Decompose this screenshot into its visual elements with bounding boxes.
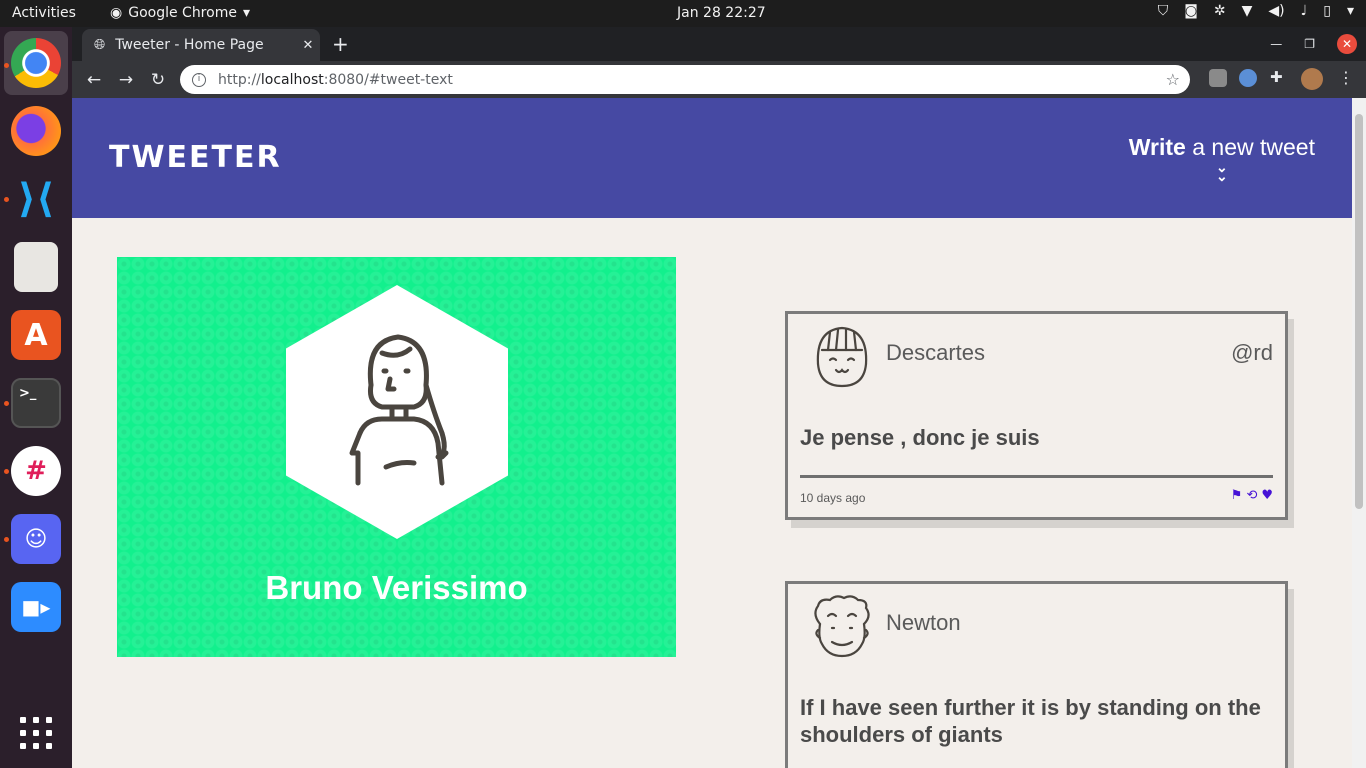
activities-button[interactable]: Activities: [12, 5, 76, 21]
retweet-icon[interactable]: ⟲: [1246, 488, 1257, 503]
tweet-timestamp: 10 days ago: [800, 491, 866, 505]
running-indicator: [4, 197, 9, 202]
new-tab-button[interactable]: +: [332, 32, 349, 56]
minimize-icon[interactable]: —: [1270, 37, 1282, 51]
chrome-small-icon: ◉: [110, 5, 123, 21]
chrome-icon[interactable]: [11, 38, 61, 88]
os-top-bar: Activities ◉ Google Chrome ▾ Jan 28 22:2…: [0, 0, 1366, 27]
profile-avatar[interactable]: [1301, 68, 1323, 90]
software-center-icon[interactable]: A: [11, 310, 61, 360]
back-icon[interactable]: ←: [78, 70, 110, 90]
running-indicator: [4, 401, 9, 406]
running-indicator: [4, 469, 9, 474]
mic-icon[interactable]: ♩: [1301, 3, 1308, 19]
vscode-icon[interactable]: ⟩⟨: [11, 174, 61, 224]
tweet-actions: ⚑ ⟲ ♥: [1231, 488, 1273, 503]
extension-icon[interactable]: [1209, 69, 1227, 87]
wifi-icon[interactable]: ▼: [1242, 3, 1253, 19]
running-indicator: [4, 537, 9, 542]
clock[interactable]: Jan 28 22:27: [677, 5, 766, 21]
chevron-down-icon: ▾: [242, 5, 250, 21]
show-apps-icon[interactable]: [20, 717, 52, 749]
tab-tweeter[interactable]: 🌐︎ Tweeter - Home Page ✕: [82, 29, 320, 61]
tweet-card: Descartes @rd Je pense , donc je suis 10…: [785, 311, 1288, 520]
url-prefix: http://: [218, 71, 261, 88]
profile-name: Bruno Verissimo: [265, 569, 528, 606]
zoom-icon[interactable]: ■▸: [11, 582, 61, 632]
tab-title: Tweeter - Home Page: [115, 37, 264, 53]
tweet-author-name: Descartes: [886, 340, 986, 365]
profile-avatar-hexagon: [286, 285, 508, 539]
forward-icon[interactable]: →: [110, 70, 142, 90]
restore-icon[interactable]: ❐: [1304, 37, 1315, 51]
profile-card: Bruno Verissimo: [117, 257, 676, 657]
extension-icon[interactable]: [1239, 69, 1257, 87]
browser-toolbar: ← → ↻ i http://localhost:8080/#tweet-tex…: [72, 61, 1366, 98]
tab-strip: 🌐︎ Tweeter - Home Page ✕ + — ❐ ✕: [72, 27, 1366, 61]
tweet-text: Je pense , donc je suis: [800, 425, 1040, 450]
terminal-icon[interactable]: >_: [11, 378, 61, 428]
web-page: TWEETER Write a new tweet ⌄ ⌄ Bruno Veri…: [72, 98, 1352, 768]
info-icon[interactable]: i: [192, 72, 206, 87]
files-icon[interactable]: [14, 242, 58, 292]
url-host: localhost: [260, 71, 324, 88]
tweet-avatar-icon: [816, 326, 868, 388]
woman-avatar-icon: [349, 334, 449, 486]
more-menu-icon[interactable]: ⋮: [1338, 68, 1354, 87]
browser-window: 🌐︎ Tweeter - Home Page ✕ + — ❐ ✕ ← → ↻ i…: [72, 27, 1366, 768]
puzzle-icon[interactable]: ✚: [1270, 68, 1288, 86]
firefox-icon[interactable]: [11, 106, 61, 156]
reload-icon[interactable]: ↻: [142, 70, 174, 90]
compose-rest: a new tweet: [1185, 134, 1315, 160]
tweet-separator: [800, 475, 1273, 478]
system-tray[interactable]: ⛉ ◙ ✲ ▼ ◀) ♩ ▯ ▾: [1158, 3, 1354, 19]
discord-icon[interactable]: ☺: [11, 514, 61, 564]
tweet-author-handle: @rd: [1231, 340, 1273, 365]
tweet-author-name: Newton: [886, 610, 961, 635]
discord-tray-icon[interactable]: ◙: [1184, 3, 1198, 19]
globe-icon: 🌐︎: [94, 37, 106, 53]
address-bar[interactable]: i http://localhost:8080/#tweet-text ☆: [180, 65, 1190, 94]
flag-icon[interactable]: ⚑: [1231, 488, 1243, 503]
window-close-icon[interactable]: ✕: [1337, 34, 1357, 54]
bookmark-star-icon[interactable]: ☆: [1166, 70, 1180, 89]
site-logo[interactable]: TWEETER: [109, 140, 282, 175]
tweet-avatar-icon: [814, 595, 870, 658]
url-rest: :8080/#tweet-text: [323, 71, 453, 88]
site-header: TWEETER Write a new tweet ⌄ ⌄: [72, 98, 1352, 218]
tweet-card: Newton If I have seen further it is by s…: [785, 581, 1288, 768]
battery-icon[interactable]: ▯: [1323, 3, 1331, 19]
slack-icon[interactable]: #: [11, 446, 61, 496]
page-scrollbar[interactable]: [1352, 98, 1366, 768]
chevron-down-icon[interactable]: ▾: [1347, 3, 1354, 19]
tweet-text: If I have seen further it is by standing…: [800, 695, 1261, 747]
dock: ⟩⟨ A >_ # ☺ ■▸: [0, 27, 72, 768]
running-indicator: [4, 63, 9, 68]
app-menu-label: Google Chrome: [128, 5, 237, 21]
write-tweet-toggle[interactable]: Write a new tweet ⌄ ⌄: [1128, 134, 1315, 184]
shield-icon[interactable]: ⛉: [1158, 3, 1169, 19]
heart-icon[interactable]: ♥: [1261, 488, 1273, 503]
close-tab-icon[interactable]: ✕: [296, 38, 320, 53]
compose-bold: Write: [1128, 134, 1186, 160]
volume-icon[interactable]: ◀): [1268, 3, 1284, 19]
window-controls: — ❐ ✕: [1270, 27, 1366, 61]
app-menu[interactable]: ◉ Google Chrome ▾: [110, 5, 250, 21]
double-chevron-down-icon: ⌄ ⌄: [1216, 159, 1228, 184]
scrollbar-thumb[interactable]: [1355, 114, 1363, 509]
slack-tray-icon[interactable]: ✲: [1214, 3, 1226, 19]
